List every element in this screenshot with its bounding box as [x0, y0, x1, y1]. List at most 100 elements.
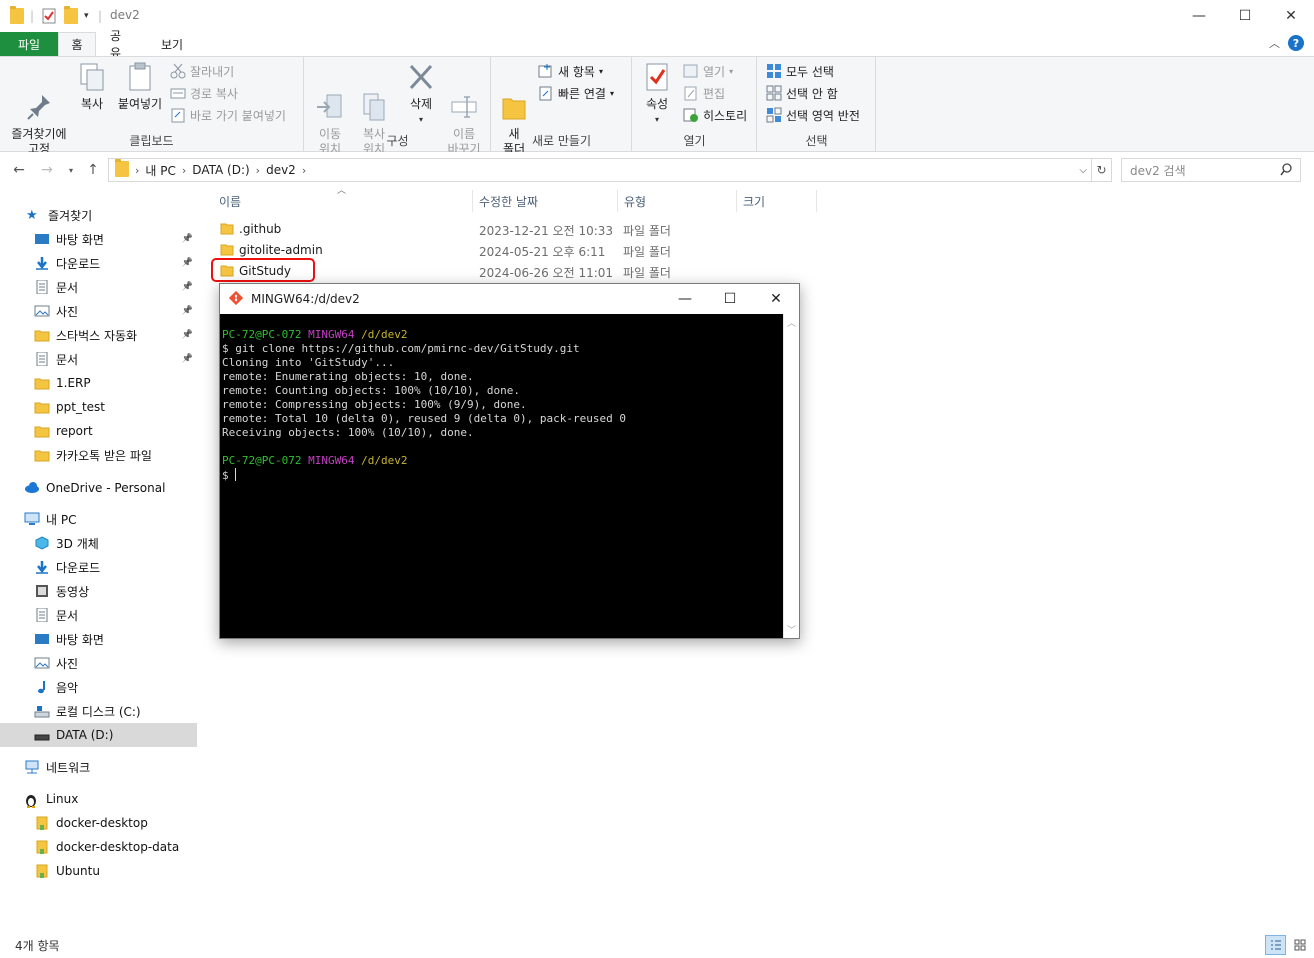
column-separator[interactable]: [816, 190, 817, 212]
sidebar-item-pc[interactable]: 사진: [0, 651, 197, 675]
sidebar-item-pc[interactable]: 3D 개체: [0, 531, 197, 555]
sidebar-item-quick[interactable]: 다운로드 📌: [0, 251, 197, 275]
delete-button[interactable]: 삭제 ▾: [401, 61, 441, 127]
column-header-size[interactable]: 크기: [743, 190, 765, 212]
pin-icon[interactable]: 📌: [182, 234, 193, 244]
cut-button[interactable]: 잘라내기: [170, 61, 234, 81]
sidebar-item-quick[interactable]: 사진 📌: [0, 299, 197, 323]
column-header-name[interactable]: 이름: [219, 190, 241, 212]
sidebar-item-pc[interactable]: 다운로드: [0, 555, 197, 579]
chevron-right-icon[interactable]: ›: [135, 164, 139, 177]
nav-quick-access[interactable]: ★ 즐겨찾기: [0, 203, 197, 227]
nav-this-pc[interactable]: 내 PC: [0, 507, 197, 531]
history-button[interactable]: 히스토리: [683, 105, 747, 125]
sidebar-item-linux[interactable]: docker-desktop-data: [0, 835, 197, 859]
scroll-down-icon[interactable]: ﹀: [787, 623, 796, 636]
tab-share[interactable]: 공유: [96, 29, 146, 60]
address-dropdown-icon[interactable]: ⌵: [1079, 165, 1087, 176]
edit-button[interactable]: 편집: [683, 83, 725, 103]
sidebar-item-quick[interactable]: 카카오톡 받은 파일: [0, 443, 197, 467]
terminal-output-line: Cloning into 'GitStudy'...: [222, 356, 395, 369]
terminal-output[interactable]: PC-72@PC-072 MINGW64 /d/dev2 $ git clone …: [220, 314, 783, 638]
new-folder-quick-icon[interactable]: [64, 6, 78, 25]
terminal-close-button[interactable]: ✕: [753, 284, 799, 314]
forward-arrow-icon[interactable]: →: [38, 160, 56, 180]
open-button[interactable]: 열기 ▾: [683, 61, 733, 81]
back-arrow-icon[interactable]: ←: [10, 160, 28, 180]
chevron-right-icon[interactable]: ›: [182, 164, 186, 177]
pin-icon[interactable]: 📌: [182, 306, 193, 316]
quick-access-dropdown-icon[interactable]: ▾: [84, 7, 89, 25]
properties-quick-icon[interactable]: [42, 7, 56, 25]
terminal-scrollbar[interactable]: ︿ ﹀: [783, 314, 799, 638]
chevron-right-icon[interactable]: ›: [302, 164, 306, 177]
file-row[interactable]: .github 2023-12-21 오전 10:33 파일 폴더: [214, 219, 814, 240]
terminal-maximize-button[interactable]: ☐: [707, 284, 753, 314]
search-icon[interactable]: [1280, 163, 1292, 180]
invert-selection-button[interactable]: 선택 영역 반전: [766, 105, 860, 125]
pin-icon[interactable]: 📌: [182, 258, 193, 268]
breadcrumb-drive[interactable]: DATA (D:): [192, 163, 249, 177]
sidebar-item-pc[interactable]: DATA (D:): [0, 723, 197, 747]
sidebar-item-quick[interactable]: 문서 📌: [0, 275, 197, 299]
sidebar-item-pc[interactable]: 문서: [0, 603, 197, 627]
paste-shortcut-button[interactable]: 바로 가기 붙여넣기: [170, 105, 286, 125]
pin-icon[interactable]: 📌: [182, 282, 193, 292]
sidebar-item-quick[interactable]: report: [0, 419, 197, 443]
sidebar-item-quick[interactable]: 문서 📌: [0, 347, 197, 371]
copy-path-button[interactable]: 경로 복사: [170, 83, 238, 103]
sidebar-item-linux[interactable]: docker-desktop: [0, 811, 197, 835]
nav-linux[interactable]: Linux: [0, 787, 197, 811]
sidebar-item-quick[interactable]: 바탕 화면 📌: [0, 227, 197, 251]
terminal-minimize-button[interactable]: —: [662, 284, 708, 314]
pin-icon[interactable]: 📌: [182, 354, 193, 364]
search-input[interactable]: dev2 검색: [1121, 158, 1301, 182]
address-bar[interactable]: › 내 PC › DATA (D:) › dev2 › ⌵: [108, 158, 1092, 182]
sidebar-item-pc[interactable]: 음악: [0, 675, 197, 699]
nav-onedrive[interactable]: OneDrive - Personal: [0, 476, 197, 500]
column-separator[interactable]: [617, 190, 618, 212]
help-icon[interactable]: ?: [1288, 35, 1304, 51]
terminal-window[interactable]: MINGW64:/d/dev2 — ☐ ✕ PC-72@PC-072 MINGW…: [219, 283, 800, 639]
scroll-up-icon[interactable]: ︿: [787, 316, 796, 329]
collapse-ribbon-icon[interactable]: ︿: [1269, 35, 1280, 51]
copy-button[interactable]: 복사: [74, 61, 110, 112]
sidebar-item-pc[interactable]: 동영상: [0, 579, 197, 603]
sort-ascending-icon[interactable]: ︿: [337, 183, 346, 196]
sidebar-item-quick[interactable]: ppt_test: [0, 395, 197, 419]
terminal-title-bar[interactable]: MINGW64:/d/dev2 — ☐ ✕: [220, 284, 799, 314]
tab-file[interactable]: 파일: [0, 32, 58, 56]
recent-locations-icon[interactable]: ▾: [62, 160, 80, 180]
sidebar-item-linux[interactable]: Ubuntu: [0, 859, 197, 883]
easy-access-button[interactable]: 빠른 연결 ▾: [538, 83, 614, 103]
breadcrumb-dev2[interactable]: dev2: [266, 163, 296, 177]
new-item-button[interactable]: 새 항목 ▾: [538, 61, 603, 81]
sidebar-item-pc[interactable]: 로컬 디스크 (C:): [0, 699, 197, 723]
sidebar-item-quick[interactable]: 1.ERP: [0, 371, 197, 395]
maximize-button[interactable]: ☐: [1222, 0, 1268, 32]
up-arrow-icon[interactable]: ↑: [84, 160, 102, 180]
select-all-button[interactable]: 모두 선택: [766, 61, 834, 81]
details-view-icon[interactable]: [1265, 935, 1286, 955]
pin-icon[interactable]: 📌: [182, 330, 193, 340]
sidebar-item-pc[interactable]: 바탕 화면: [0, 627, 197, 651]
properties-button[interactable]: 속성 ▾: [637, 61, 677, 127]
terminal-input-line[interactable]: $: [222, 468, 781, 483]
refresh-icon[interactable]: ↻: [1092, 158, 1112, 182]
paste-button[interactable]: 붙여넣기: [114, 61, 166, 112]
large-icons-view-icon[interactable]: [1290, 935, 1310, 955]
close-button[interactable]: ✕: [1268, 0, 1314, 32]
column-separator[interactable]: [736, 190, 737, 212]
chevron-right-icon[interactable]: ›: [256, 164, 260, 177]
nav-network[interactable]: 네트워크: [0, 755, 197, 779]
tab-view[interactable]: 보기: [146, 32, 198, 56]
breadcrumb-this-pc[interactable]: 내 PC: [145, 162, 175, 179]
column-header-type[interactable]: 유형: [624, 190, 646, 212]
tab-home[interactable]: 홈: [58, 32, 96, 56]
minimize-button[interactable]: —: [1176, 0, 1222, 32]
sidebar-item-quick[interactable]: 스타벅스 자동화 📌: [0, 323, 197, 347]
new-folder-icon: [499, 76, 529, 120]
select-none-button[interactable]: 선택 안 함: [766, 83, 838, 103]
column-separator[interactable]: [472, 190, 473, 212]
column-header-date[interactable]: 수정한 날짜: [479, 190, 538, 212]
